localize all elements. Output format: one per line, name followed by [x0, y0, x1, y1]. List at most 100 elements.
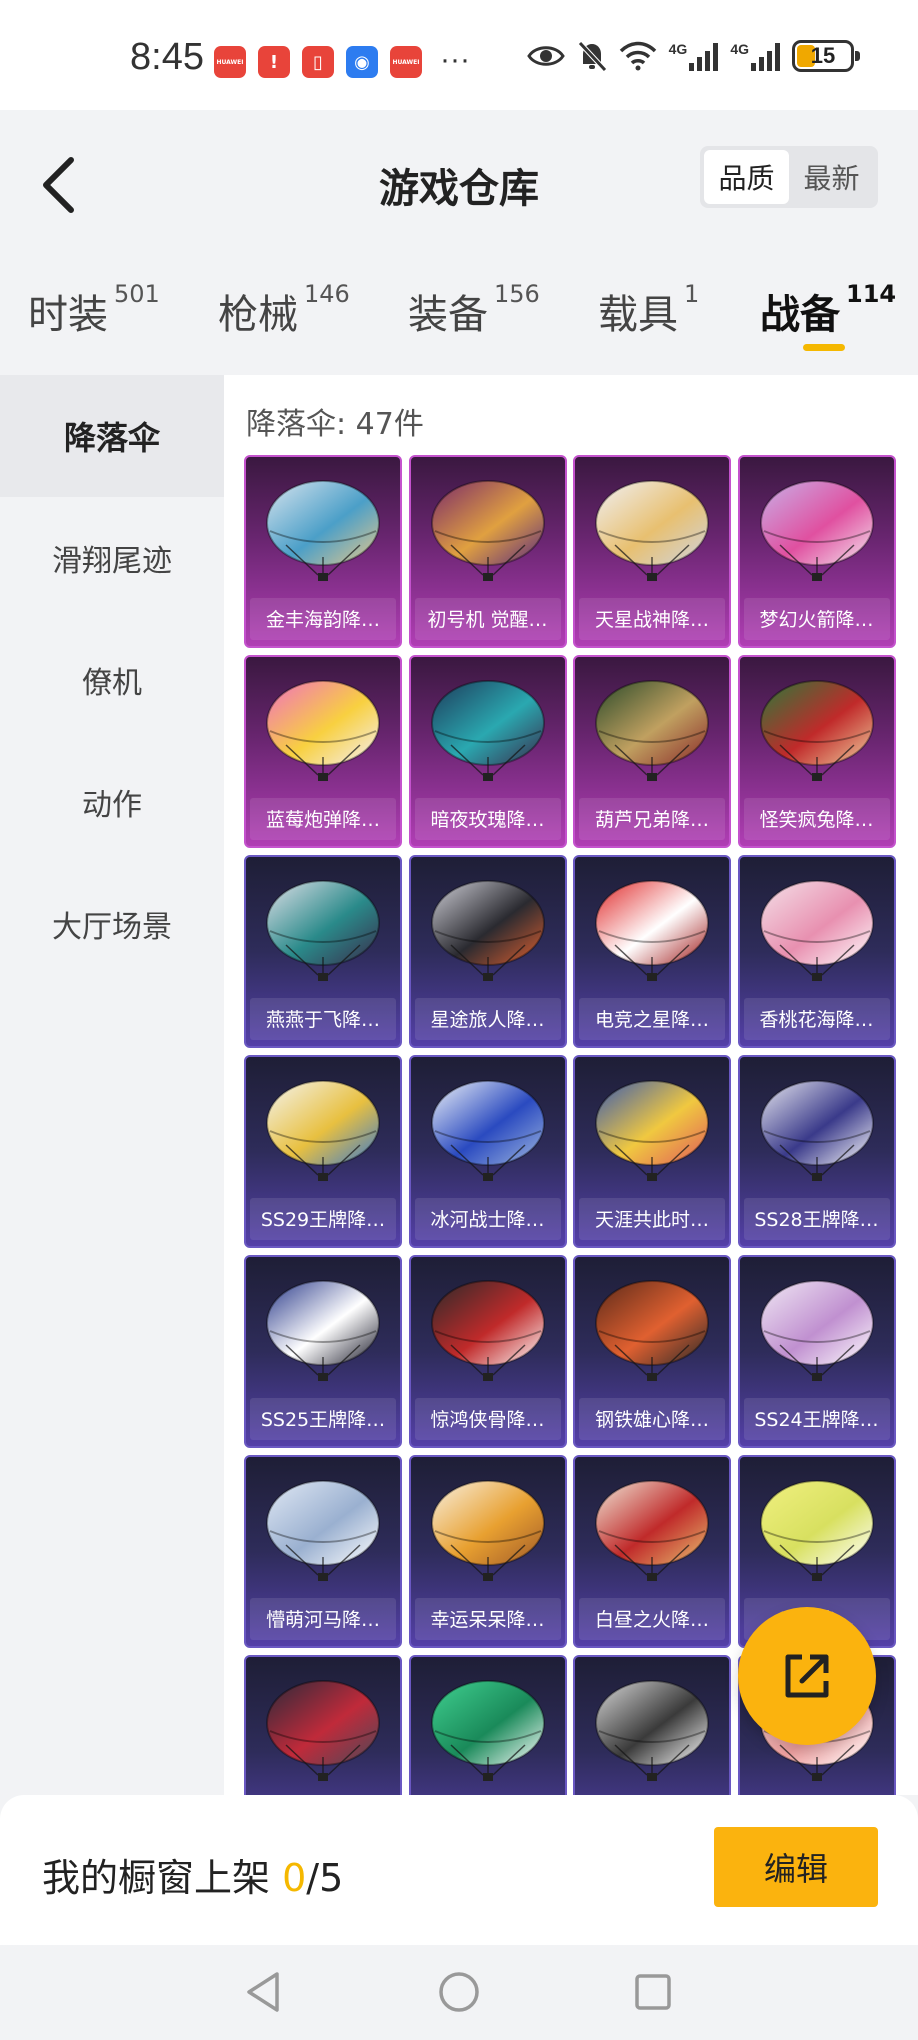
- parachute-thumbnail: [759, 1480, 874, 1581]
- parachute-name: 电竞之星降…: [594, 1008, 709, 1031]
- tab-count: 1: [684, 280, 700, 308]
- parachute-card[interactable]: 暗夜玫瑰降…: [408, 655, 567, 848]
- parachute-thumbnail: [430, 1080, 545, 1181]
- wifi-icon: [619, 41, 656, 71]
- parachute-name: 初号机 觉醒…: [427, 608, 548, 631]
- parachute-card[interactable]: 白昼之火降…: [573, 1455, 731, 1648]
- parachute-card[interactable]: 懵萌河马降…: [244, 1455, 402, 1648]
- status-bar: 8:45 HUAWEI! ▯ ◉ HUAWEI ··· 4G 4G 15: [0, 0, 918, 110]
- parachute-thumbnail: [430, 1280, 545, 1381]
- parachute-card[interactable]: 梦幻火箭降…: [737, 455, 896, 648]
- parachute-card[interactable]: SS28王牌降…: [737, 1055, 896, 1248]
- sidebar-item-lobby-scene[interactable]: 大厅场景: [0, 863, 224, 985]
- parachute-thumbnail: [759, 1080, 874, 1181]
- mute-bell-icon: [577, 41, 607, 72]
- parachute-card[interactable]: [573, 1655, 731, 1795]
- parachute-card[interactable]: SS25王牌降…: [244, 1255, 402, 1448]
- showcase-label: 我的橱窗上架: [42, 1856, 283, 1900]
- sidebar-item-wingman[interactable]: 僚机: [0, 619, 224, 741]
- parachute-card[interactable]: SS24王牌降…: [737, 1255, 896, 1448]
- tab-vehicles[interactable]: 载具 1: [598, 280, 700, 340]
- parachute-thumbnail: [595, 1680, 709, 1781]
- huawei-app-icon: HUAWEI: [214, 46, 246, 78]
- parachute-card[interactable]: [408, 1655, 567, 1795]
- notification-icons: HUAWEI! ▯ ◉ HUAWEI ···: [214, 45, 470, 78]
- parachute-card[interactable]: 电竞之星降…: [573, 855, 731, 1048]
- parachute-name: 星途旅人降…: [430, 1008, 545, 1031]
- item-panel: 降落伞: 47件 金丰海韵降… 初号机 觉醒… 天星战神降… 梦幻火箭降… 蓝莓炮弹降……: [224, 375, 918, 1795]
- parachute-card[interactable]: 葫芦兄弟降…: [573, 655, 731, 848]
- parachute-card[interactable]: 惊鸿侠骨降…: [408, 1255, 567, 1448]
- page-header: 游戏仓库 品质 最新: [0, 110, 918, 250]
- huawei-app-icon: HUAWEI: [390, 46, 422, 78]
- parachute-card[interactable]: 燕燕于飞降…: [244, 855, 402, 1048]
- parachute-thumbnail: [759, 1280, 874, 1381]
- parachute-name: 惊鸿侠骨降…: [430, 1408, 545, 1431]
- category-tabs: 时装 501 枪械 146 装备 156 载具 1 战备 114: [0, 250, 918, 375]
- tab-fashion[interactable]: 时装 501: [28, 280, 160, 340]
- nav-home-button[interactable]: [434, 1967, 484, 2017]
- parachute-card[interactable]: 怪笑疯兔降…: [737, 655, 896, 848]
- eye-icon: [526, 46, 565, 66]
- parachute-name: SS24王牌降…: [754, 1408, 879, 1431]
- parachute-thumbnail: [266, 1480, 380, 1581]
- parachute-name: 怪笑疯兔降…: [759, 808, 874, 831]
- parachute-card[interactable]: 蓝莓炮弹降…: [244, 655, 402, 848]
- parachute-card[interactable]: 冰河战士降…: [408, 1055, 567, 1248]
- sort-by-quality[interactable]: 品质: [704, 150, 789, 204]
- signal-4g-icon: 4G: [669, 41, 719, 71]
- parachute-card[interactable]: 天星战神降…: [573, 455, 731, 648]
- parachute-thumbnail: [759, 680, 874, 781]
- nav-recents-button[interactable]: [628, 1967, 678, 2017]
- parachute-name: SS29王牌降…: [260, 1208, 386, 1231]
- status-indicators: 4G 4G 15: [526, 40, 860, 72]
- parachute-thumbnail: [266, 480, 380, 581]
- tab-count: 156: [494, 280, 540, 308]
- tab-readiness[interactable]: 战备 114: [760, 280, 897, 340]
- parachute-name: 香桃花海降…: [759, 1008, 874, 1031]
- parachute-card[interactable]: 幸运呆呆降…: [408, 1455, 567, 1648]
- parachute-name: 金丰海韵降…: [265, 608, 380, 631]
- showcase-total-count: /5: [306, 1856, 344, 1900]
- battery-level: 15: [810, 43, 836, 68]
- parachute-thumbnail: [595, 1080, 709, 1181]
- signal-label: 4G: [668, 41, 688, 57]
- tab-count: 114: [846, 280, 897, 308]
- parachute-thumbnail: [430, 480, 545, 581]
- sort-by-newest[interactable]: 最新: [789, 150, 874, 204]
- battery-icon: 15: [792, 40, 860, 72]
- tab-label: 枪械: [218, 292, 298, 338]
- tab-label: 战备: [760, 292, 840, 338]
- parachute-card[interactable]: 天涯共此时…: [573, 1055, 731, 1248]
- system-nav-bar: [0, 1945, 918, 2040]
- sidebar-item-glide-trail[interactable]: 滑翔尾迹: [0, 497, 224, 619]
- tab-equipment[interactable]: 装备 156: [408, 280, 540, 340]
- parachute-thumbnail: [759, 880, 874, 981]
- parachute-card[interactable]: 初号机 觉醒…: [408, 455, 567, 648]
- share-external-icon: [785, 1654, 829, 1698]
- nav-back-button[interactable]: [238, 1967, 288, 2017]
- parachute-card[interactable]: 钢铁雄心降…: [573, 1255, 731, 1448]
- parachute-card[interactable]: 星途旅人降…: [408, 855, 567, 1048]
- showcase-status: 我的橱窗上架 0/5: [42, 1847, 343, 1902]
- parachute-card[interactable]: [244, 1655, 402, 1795]
- parachute-card[interactable]: 香桃花海降…: [737, 855, 896, 1048]
- sort-toggle: 品质 最新: [700, 146, 878, 208]
- parachute-name: 蓝莓炮弹降…: [265, 808, 380, 831]
- app-root: 8:45 HUAWEI! ▯ ◉ HUAWEI ··· 4G 4G 15 游戏仓库 品质…: [0, 0, 918, 2040]
- edit-button[interactable]: 编辑: [714, 1827, 878, 1907]
- tab-firearms[interactable]: 枪械 146: [218, 280, 350, 340]
- parachute-thumbnail: [595, 680, 709, 781]
- parachute-name: 葫芦兄弟降…: [594, 808, 709, 831]
- alert-app-icon: !: [258, 46, 290, 78]
- parachute-name: 天星战神降…: [594, 608, 709, 631]
- parachute-card[interactable]: SS29王牌降…: [244, 1055, 402, 1248]
- parachute-name: 梦幻火箭降…: [759, 608, 874, 631]
- circle-home-icon: [439, 1972, 479, 2012]
- parachute-card[interactable]: 金丰海韵降…: [244, 455, 402, 648]
- sidebar-item-parachute[interactable]: 降落伞: [0, 375, 224, 497]
- parachute-thumbnail: [595, 1280, 709, 1381]
- share-button[interactable]: [738, 1607, 876, 1745]
- sidebar-item-emote[interactable]: 动作: [0, 741, 224, 863]
- showcase-current-count: 0: [282, 1856, 307, 1900]
